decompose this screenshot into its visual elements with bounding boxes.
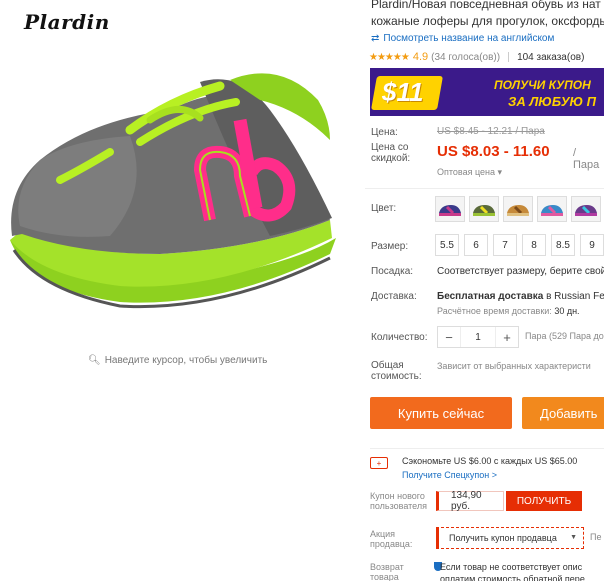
- gallery: Plardin 🔍︎ Наведите курсор, чтобы увелич…: [0, 0, 360, 581]
- product-title-line-1: Plardin/Новая повседневная обувь из нат: [371, 0, 601, 11]
- shoe-thumb-icon: [473, 205, 495, 216]
- return-policy-line-1: Если товар не соответствует опис: [440, 562, 583, 572]
- size-option[interactable]: 8: [522, 234, 546, 256]
- seller-promo-label: Акция продавца:: [370, 529, 412, 549]
- plus-button[interactable]: +: [496, 330, 518, 345]
- special-coupon-link[interactable]: Получите Спецкупон >: [402, 470, 497, 480]
- return-label-line-1: Возврат: [370, 562, 404, 572]
- product-image[interactable]: [0, 40, 350, 320]
- banner-amount: $11: [382, 77, 424, 107]
- orders-count: 104 заказа(ов): [517, 51, 585, 63]
- price-unit: / Пара: [573, 147, 600, 171]
- divider: [365, 188, 604, 189]
- banner-line-2: ЗА ЛЮБУЮ П: [508, 94, 597, 109]
- brand-logo: Plardin: [24, 10, 110, 34]
- coupon-banner[interactable]: $11 ПОЛУЧИ КУПОН ЗА ЛЮБУЮ П: [370, 68, 604, 116]
- new-user-coupon-label: Купон нового пользователя: [370, 491, 427, 511]
- color-swatch[interactable]: [503, 196, 533, 222]
- shoe-thumb-icon: [575, 205, 597, 216]
- rating-votes-link[interactable]: (34 голоса(ов)): [431, 52, 500, 63]
- rating-divider: [508, 52, 510, 62]
- product-details: Plardin/Новая повседневная обувь из нат …: [365, 0, 604, 581]
- seller-coupon-select-text: Получить купон продавца: [449, 533, 557, 543]
- zoom-hint-text: Наведите курсор, чтобы увеличить: [104, 355, 268, 366]
- get-coupon-button[interactable]: ПОЛУЧИТЬ: [506, 491, 582, 511]
- shipping-free: Бесплатная доставка: [437, 291, 544, 302]
- buy-now-button[interactable]: Купить сейчас: [370, 397, 512, 429]
- size-options: 5.5 6 7 8 8.5 9: [435, 234, 604, 256]
- seller-coupon-select[interactable]: Получить купон продавца ▼: [436, 527, 584, 549]
- delivery-time: Расчётное время доставки: 30 дн.: [437, 306, 580, 316]
- magnifier-icon: 🔍︎: [88, 355, 101, 366]
- new-user-coupon-value: 134,90 руб.: [436, 490, 504, 512]
- banner-line-1: ПОЛУЧИ КУПОН: [494, 78, 591, 92]
- discount-price-label: Цена со скидкой:: [371, 142, 410, 164]
- total-label-line-2: стоимость:: [371, 371, 422, 382]
- fit-value: Соответствует размеру, берите свой: [437, 266, 604, 277]
- color-swatch[interactable]: [435, 196, 465, 222]
- shipping-label: Доставка:: [371, 291, 417, 302]
- star-rating-icon: ★★★★★: [369, 51, 410, 63]
- shipping-value: Бесплатная доставка в Russian Fed: [437, 291, 604, 302]
- rating-score: 4.9: [412, 51, 429, 63]
- current-price: US $8.03 - 11.60: [437, 143, 550, 160]
- wholesale-price-toggle[interactable]: Оптовая цена ▾: [437, 167, 502, 178]
- return-policy: Если товар не соответствует опис оплатим…: [440, 561, 585, 581]
- product-title-line-2: кожаные лоферы для прогулок, оксфорды: [371, 14, 604, 28]
- fit-label: Посадка:: [371, 266, 414, 277]
- coupon-icon: +: [370, 457, 388, 469]
- color-swatch[interactable]: [537, 196, 567, 222]
- quantity-stepper: − 1 +: [437, 326, 519, 348]
- color-swatch[interactable]: [469, 196, 499, 222]
- coupon-section: + Сэкономьте US $6.00 с каждых US $65.00…: [370, 448, 604, 581]
- seller-promo-label-line-2: продавца:: [370, 539, 413, 549]
- size-option[interactable]: 8.5: [551, 234, 575, 256]
- quantity-label: Количество:: [371, 332, 428, 343]
- quantity-input[interactable]: 1: [460, 327, 496, 347]
- add-to-cart-button[interactable]: Добавить: [522, 397, 604, 429]
- size-option[interactable]: 7: [493, 234, 517, 256]
- minus-button[interactable]: −: [438, 330, 460, 345]
- return-label: Возврат товара: [370, 562, 404, 581]
- translate-link-text: Посмотреть название на английском: [383, 33, 555, 44]
- size-option[interactable]: 6: [464, 234, 488, 256]
- return-label-line-2: товара: [370, 572, 399, 581]
- discount-price-label-line-2: скидкой:: [371, 153, 411, 164]
- discount-price-label-line-1: Цена со: [371, 142, 409, 153]
- new-user-coupon-label-line-1: Купон нового: [370, 491, 425, 501]
- delivery-time-label: Расчётное время доставки:: [437, 306, 552, 316]
- shipping-destination[interactable]: в Russian Fed: [543, 291, 604, 302]
- rating-row: ★★★★★ 4.9 (34 голоса(ов)) 104 заказа(ов): [369, 51, 584, 63]
- color-swatch[interactable]: [571, 196, 601, 222]
- size-option[interactable]: 5.5: [435, 234, 459, 256]
- delivery-time-value: 30 дн.: [554, 306, 580, 316]
- chevron-down-icon: ▼: [570, 534, 577, 541]
- total-label-line-1: Общая: [371, 360, 404, 371]
- seller-promo-label-line-1: Акция: [370, 529, 395, 539]
- total-label: Общая стоимость:: [371, 360, 422, 382]
- translate-icon: ⇄: [371, 33, 380, 44]
- total-value: Зависит от выбранных характеристи: [437, 361, 591, 371]
- shoe-thumb-icon: [507, 205, 529, 216]
- size-label: Размер:: [371, 241, 409, 252]
- color-label: Цвет:: [371, 203, 397, 214]
- return-policy-line-2: оплатим стоимость обратной пере: [440, 574, 585, 581]
- old-price: US $8.45 - 12.21 / Пара: [437, 126, 545, 137]
- price-label: Цена:: [371, 127, 398, 138]
- seller-promo-extra: Пе: [590, 532, 602, 542]
- new-user-coupon-label-line-2: пользователя: [370, 501, 427, 511]
- zoom-hint: 🔍︎ Наведите курсор, чтобы увеличить: [88, 355, 267, 366]
- quantity-available: Пара (529 Пара до: [525, 331, 604, 341]
- translate-link[interactable]: ⇄ Посмотреть название на английском: [371, 33, 554, 44]
- save-offer-text: Сэкономьте US $6.00 с каждых US $65.00: [402, 456, 578, 466]
- shoe-thumb-icon: [541, 205, 563, 216]
- color-options: [435, 196, 601, 222]
- size-option[interactable]: 9: [580, 234, 604, 256]
- product-title: Plardin/Новая повседневная обувь из нат …: [371, 0, 604, 30]
- shoe-thumb-icon: [439, 205, 461, 216]
